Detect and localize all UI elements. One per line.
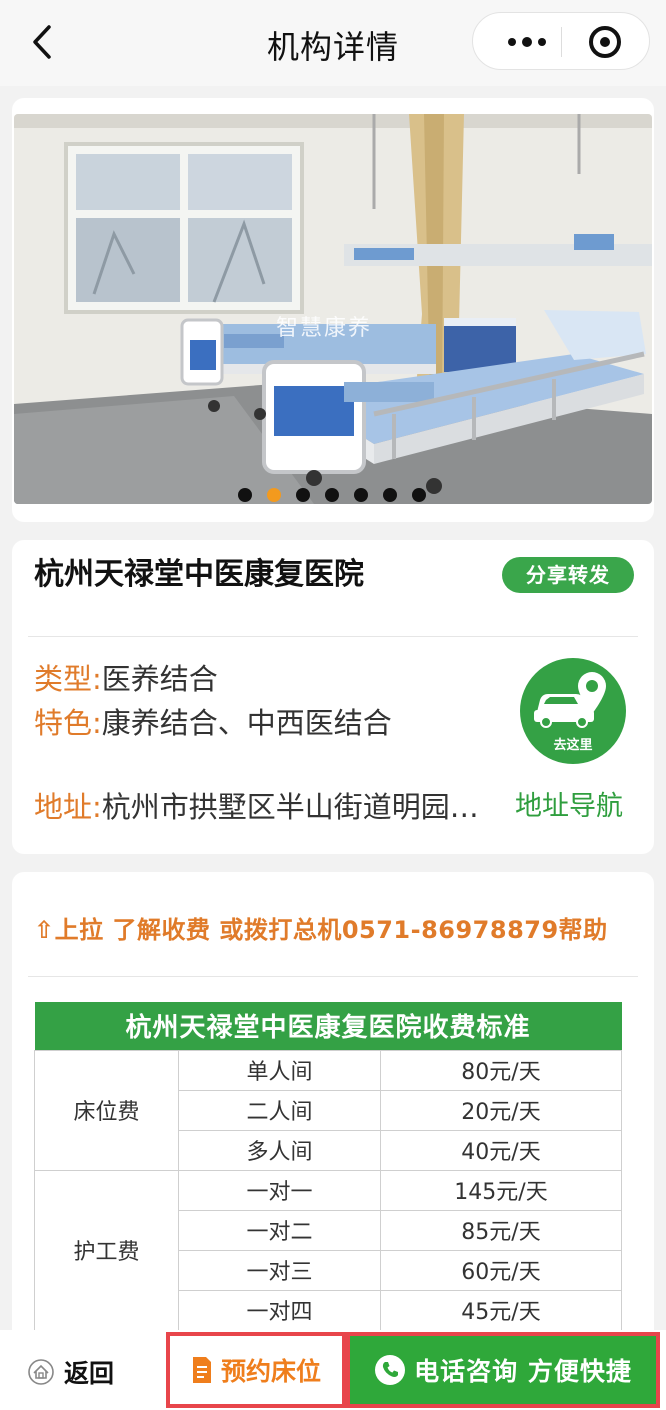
divider <box>28 976 638 977</box>
document-icon <box>192 1357 211 1383</box>
top-nav-bar: 机构详情 <box>0 0 666 86</box>
reserve-bed-button[interactable]: 预约床位 <box>166 1332 346 1408</box>
institution-name: 杭州天禄堂中医康复医院 <box>34 557 364 592</box>
close-mini-program-icon[interactable] <box>589 26 621 58</box>
reserve-bed-label: 预约床位 <box>220 1357 321 1386</box>
feature-value: 康养结合、中西医结合 <box>101 706 392 740</box>
fee-price: 45元/天 <box>380 1289 622 1331</box>
divider <box>28 636 638 637</box>
carousel-dot[interactable] <box>238 488 252 502</box>
more-options-icon[interactable] <box>495 13 559 71</box>
table-row: 护工费 一对一 145元/天 <box>34 1169 622 1331</box>
carousel-dot[interactable] <box>412 488 426 502</box>
fee-item: 一对二 <box>178 1209 381 1251</box>
phone-consult-label: 电话咨询 方便快捷 <box>414 1357 632 1386</box>
type-row: 类型:医养结合 <box>34 656 218 698</box>
fee-table: 杭州天禄堂中医康复医院收费标准 床位费 单人间 80元/天 二人间 20元/天 … <box>34 1002 622 1331</box>
fee-price: 85元/天 <box>380 1209 622 1251</box>
feature-row: 特色:康养结合、中西医结合 <box>34 700 392 742</box>
type-value: 医养结合 <box>101 662 218 696</box>
mini-program-capsule <box>472 12 650 70</box>
fee-item: 一对四 <box>178 1289 381 1331</box>
address-value: 杭州市拱墅区半山街道明园… <box>101 790 479 824</box>
type-label: 类型: <box>34 662 102 696</box>
ward-room-photo <box>14 114 652 504</box>
carousel-dot[interactable] <box>354 488 368 502</box>
back-label: 返回 <box>64 1359 115 1388</box>
image-carousel[interactable]: 智慧康养 <box>14 114 652 504</box>
fee-item: 一对一 <box>178 1169 381 1211</box>
go-here-label: 去这里 <box>553 738 593 753</box>
phone-icon <box>375 1355 406 1385</box>
fee-table-title: 杭州天禄堂中医康复医院收费标准 <box>34 1002 622 1050</box>
banner-card: 智慧康养 <box>12 98 654 522</box>
pull-up-hint: ⇧上拉 了解收费 或拨打总机0571-86978879帮助 <box>34 916 608 944</box>
fee-category: 护工费 <box>34 1169 179 1331</box>
car-location-icon <box>534 672 606 728</box>
capsule-divider <box>561 27 562 57</box>
fee-price: 145元/天 <box>380 1169 622 1211</box>
address-navigation-link[interactable]: 地址导航 <box>515 784 623 823</box>
feature-label: 特色: <box>34 706 102 740</box>
carousel-dot[interactable] <box>296 488 310 502</box>
fee-item: 单人间 <box>178 1049 381 1091</box>
fee-price: 60元/天 <box>380 1249 622 1291</box>
carousel-dot[interactable] <box>325 488 339 502</box>
institution-info-card: 杭州天禄堂中医康复医院 分享转发 类型:医养结合 特色:康养结合、中西医结合 去… <box>12 540 654 854</box>
address-label: 地址: <box>34 790 102 824</box>
fee-item: 多人间 <box>178 1129 381 1171</box>
back-home-button[interactable]: 返回 <box>28 1354 114 1390</box>
carousel-dot-active[interactable] <box>267 488 281 502</box>
carousel-dot[interactable] <box>383 488 397 502</box>
banner-watermark: 智慧康养 <box>276 316 373 341</box>
share-button[interactable]: 分享转发 <box>502 557 634 593</box>
table-row: 床位费 单人间 80元/天 <box>34 1049 622 1171</box>
bottom-action-bar: 返回 预约床位 电话咨询 方便快捷 <box>0 1330 666 1410</box>
fee-price: 20元/天 <box>380 1089 622 1131</box>
fee-price: 40元/天 <box>380 1129 622 1171</box>
phone-consult-button[interactable]: 电话咨询 方便快捷 <box>346 1332 660 1408</box>
address-row: 地址:杭州市拱墅区半山街道明园… <box>34 784 479 826</box>
fee-item: 二人间 <box>178 1089 381 1131</box>
fee-item: 一对三 <box>178 1249 381 1291</box>
fee-category: 床位费 <box>34 1049 179 1171</box>
home-icon <box>28 1359 54 1385</box>
carousel-indicator <box>238 488 426 502</box>
fee-price: 80元/天 <box>380 1049 622 1091</box>
go-here-button[interactable]: 去这里 <box>520 658 626 764</box>
